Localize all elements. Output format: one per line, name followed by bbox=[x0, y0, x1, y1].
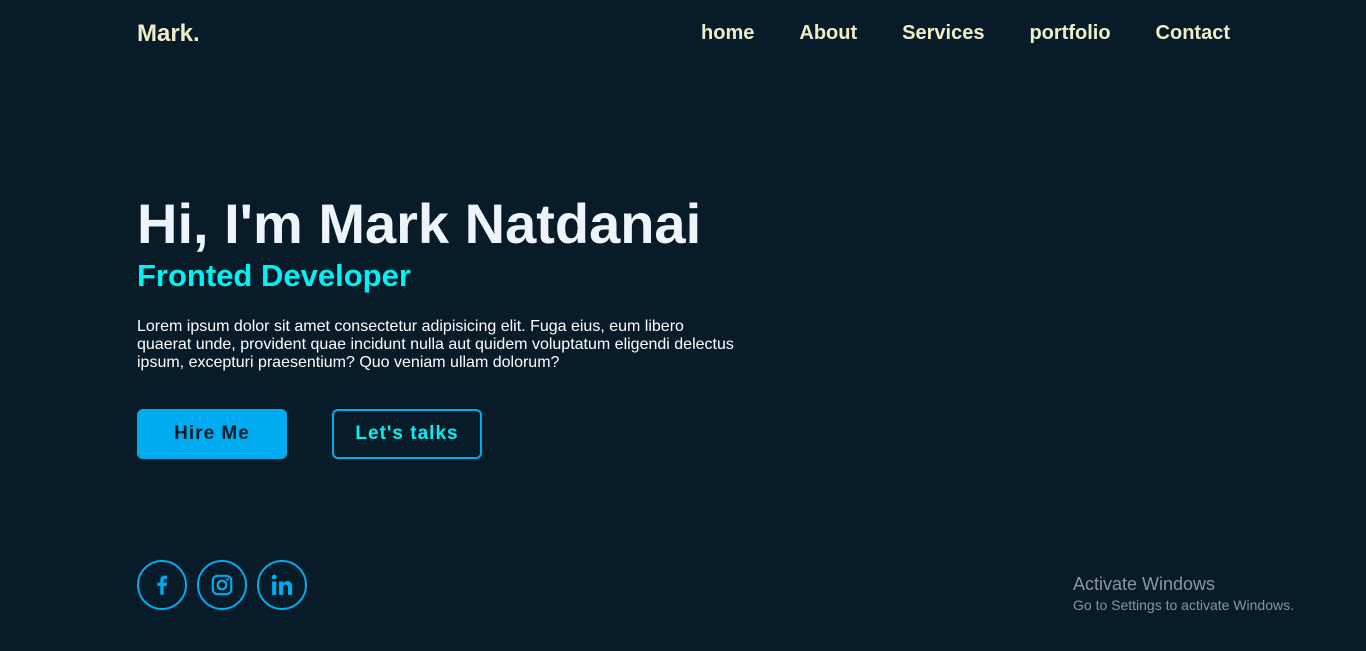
watermark-subtitle: Go to Settings to activate Windows. bbox=[1073, 597, 1294, 613]
watermark-title: Activate Windows bbox=[1073, 574, 1216, 594]
site-header: Mark. home About Services portfolio Cont… bbox=[0, 0, 1366, 66]
nav-contact[interactable]: Contact bbox=[1156, 22, 1230, 44]
hero-description: Lorem ipsum dolor sit amet consectetur a… bbox=[137, 318, 734, 371]
hero-title: Hi, I'm Mark Natdanai bbox=[137, 192, 702, 255]
nav-home[interactable]: home bbox=[701, 22, 754, 44]
hero-subtitle: Fronted Developer bbox=[137, 258, 411, 293]
lets-talk-button[interactable]: Let's talks bbox=[332, 409, 482, 459]
linkedin-link[interactable] bbox=[257, 560, 307, 610]
nav-about[interactable]: About bbox=[799, 22, 857, 44]
nav-services[interactable]: Services bbox=[902, 22, 984, 44]
social-links bbox=[137, 560, 307, 610]
hire-me-button[interactable]: Hire Me bbox=[137, 409, 287, 459]
facebook-icon bbox=[157, 575, 168, 595]
hero-section: Hi, I'm Mark Natdanai Fronted Developer … bbox=[137, 192, 757, 372]
main-nav: home About Services portfolio Contact bbox=[701, 22, 1230, 44]
hero-buttons: Hire Me Let's talks bbox=[137, 409, 482, 459]
instagram-link[interactable] bbox=[197, 560, 247, 610]
windows-activation-watermark: Activate Windows Go to Settings to activ… bbox=[1073, 573, 1294, 615]
nav-portfolio[interactable]: portfolio bbox=[1029, 22, 1110, 44]
facebook-link[interactable] bbox=[137, 560, 187, 610]
logo[interactable]: Mark. bbox=[137, 20, 200, 48]
linkedin-icon bbox=[271, 574, 293, 595]
instagram-icon bbox=[211, 574, 233, 596]
